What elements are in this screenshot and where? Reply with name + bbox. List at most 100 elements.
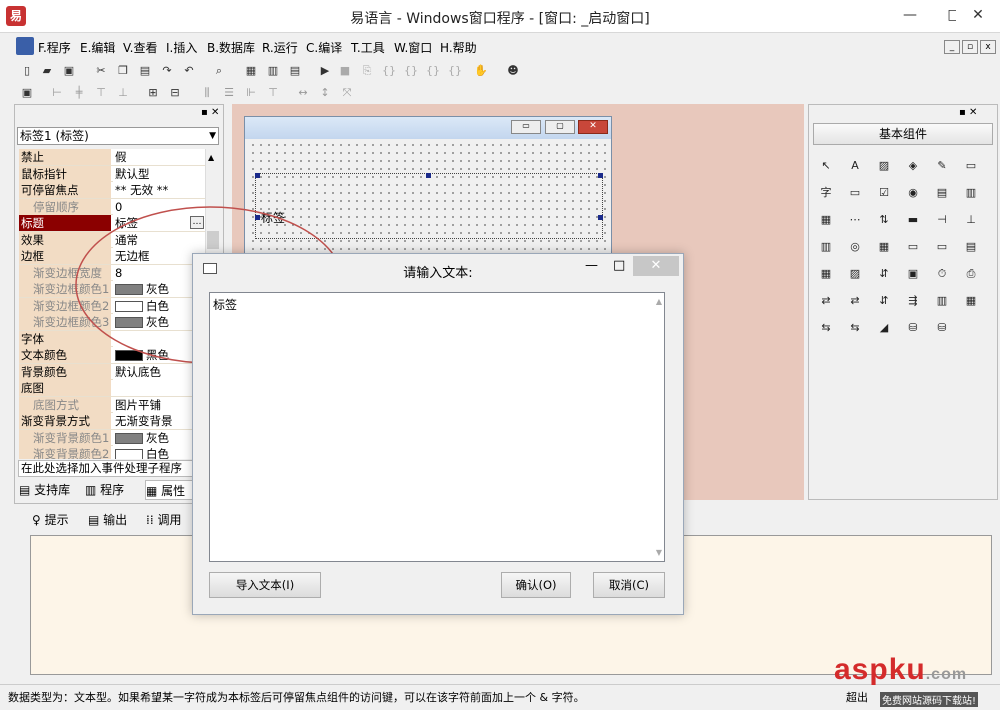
property-row[interactable]: 底图 xyxy=(19,380,205,397)
handle-mr[interactable] xyxy=(598,215,603,220)
menu-database[interactable]: B.数据库 xyxy=(207,39,255,56)
property-value[interactable]: 默认型 xyxy=(113,165,205,182)
align-left-icon[interactable]: ⊢ xyxy=(48,84,66,102)
tab-icon[interactable]: ⊥ xyxy=(960,209,982,231)
property-value[interactable]: 假 xyxy=(113,149,205,165)
clock-icon[interactable]: ◎ xyxy=(844,236,866,258)
status-icon[interactable]: ▣ xyxy=(902,263,924,285)
odbc1-icon[interactable]: ⛁ xyxy=(902,317,924,339)
hand-icon[interactable]: ✋ xyxy=(472,62,490,80)
button-icon[interactable]: ▭ xyxy=(844,182,866,204)
align-top-icon[interactable]: ⊤ xyxy=(92,84,110,102)
component-selector[interactable]: 标签1 (标签) ▼ xyxy=(17,127,219,145)
handle-tl[interactable] xyxy=(255,173,260,178)
same-size-icon[interactable]: ⤧ xyxy=(338,84,356,102)
menu-compile[interactable]: C.编译 xyxy=(306,39,342,56)
dialog-text-area[interactable]: 标签 ▲ ▼ xyxy=(209,292,665,562)
db2-icon[interactable]: ⇆ xyxy=(844,317,866,339)
checkbox-icon[interactable]: ☑ xyxy=(873,182,895,204)
space-x-icon[interactable]: ⊩ xyxy=(242,84,260,102)
hscroll-icon[interactable]: ⋯ xyxy=(844,209,866,231)
panel-pin-icon[interactable]: ▪ ✕ xyxy=(201,107,219,118)
db1-icon[interactable]: ⇆ xyxy=(815,317,837,339)
redo-icon[interactable]: ↷ xyxy=(158,62,176,80)
tab-hints[interactable]: ♀ 提示 xyxy=(32,510,86,530)
slider-icon[interactable]: ⊣ xyxy=(931,209,953,231)
updown-icon[interactable]: ⇵ xyxy=(873,263,895,285)
list-icon[interactable]: ▦ xyxy=(873,236,895,258)
minimize-button[interactable]: — xyxy=(888,0,932,30)
dialog-maximize-button[interactable]: □ xyxy=(613,258,625,273)
step5-icon[interactable]: {} xyxy=(446,62,464,80)
shape-icon[interactable]: ◈ xyxy=(902,155,924,177)
layout1-icon[interactable]: ▦ xyxy=(242,62,260,80)
paste-icon[interactable]: ▤ xyxy=(136,62,154,80)
tab-library[interactable]: ▤ 支持库 xyxy=(19,480,83,500)
new-icon[interactable]: ▯ xyxy=(18,62,36,80)
pointer-icon[interactable]: ↖ xyxy=(815,155,837,177)
chevron-down-icon[interactable]: ▼ xyxy=(209,128,216,144)
mdi-close-button[interactable]: x xyxy=(980,40,996,54)
grid-icon[interactable]: ▦ xyxy=(960,290,982,312)
close-button[interactable]: ✕ xyxy=(956,0,1000,30)
handle-tr[interactable] xyxy=(598,173,603,178)
print-icon[interactable]: ⎙ xyxy=(960,263,982,285)
copy-icon[interactable]: ❐ xyxy=(114,62,132,80)
event-selector[interactable]: 在此处选择加入事件处理子程序 xyxy=(18,460,218,477)
property-row[interactable]: 渐变背景颜色1 灰色 xyxy=(19,429,205,446)
tab-program[interactable]: ▥ 程序 xyxy=(85,480,143,500)
combo-icon[interactable]: ▭ xyxy=(902,236,924,258)
property-row[interactable]: 渐变背景颜色2 白色 xyxy=(19,446,205,459)
step3-icon[interactable]: {} xyxy=(402,62,420,80)
menu-insert[interactable]: I.插入 xyxy=(166,39,197,56)
cancel-button[interactable]: 取消(C) xyxy=(593,572,665,598)
radio-icon[interactable]: ◉ xyxy=(902,182,924,204)
components-pin-icon[interactable]: ▪ ✕ xyxy=(959,107,977,118)
timer-icon[interactable]: ▭ xyxy=(931,236,953,258)
text-icon[interactable]: 字 xyxy=(815,182,837,204)
tab-output[interactable]: ▤ 输出 xyxy=(88,510,142,530)
chart-icon[interactable]: ◢ xyxy=(873,317,895,339)
property-row[interactable]: 底图方式 图片平铺 xyxy=(19,396,205,413)
space-v-icon[interactable]: ☰ xyxy=(220,84,238,102)
center-h-icon[interactable]: ⊞ xyxy=(144,84,162,102)
menu-view[interactable]: V.查看 xyxy=(123,39,157,56)
property-value[interactable]: ** 无效 ** xyxy=(113,182,205,198)
same-height-icon[interactable]: ↕ xyxy=(316,84,334,102)
cut-icon[interactable]: ✂ xyxy=(92,62,110,80)
property-row[interactable]: 渐变背景方式 无渐变背景 xyxy=(19,413,205,430)
net1-icon[interactable]: ⇄ xyxy=(815,290,837,312)
step2-icon[interactable]: {} xyxy=(380,62,398,80)
step1-icon[interactable]: ⎘ xyxy=(358,62,376,80)
menu-window[interactable]: W.窗口 xyxy=(394,39,432,56)
menu-program[interactable]: F.程序 xyxy=(38,39,71,56)
panel-icon[interactable]: ▥ xyxy=(960,182,982,204)
text-scroll-down-icon[interactable]: ▼ xyxy=(656,548,662,557)
progress-icon[interactable]: ▬ xyxy=(902,209,924,231)
align-bottom-icon[interactable]: ⊥ xyxy=(114,84,132,102)
space-y-icon[interactable]: ⊤ xyxy=(264,84,282,102)
save-icon[interactable]: ▣ xyxy=(60,62,78,80)
components-header[interactable]: 基本组件 xyxy=(813,123,993,145)
open-icon[interactable]: ▰ xyxy=(38,62,56,80)
run-icon[interactable]: ▶ xyxy=(316,62,334,80)
menu-edit[interactable]: E.编辑 xyxy=(80,39,115,56)
handle-tc[interactable] xyxy=(426,173,431,178)
space-h-icon[interactable]: ⫼ xyxy=(198,84,216,102)
table-icon[interactable]: ▦ xyxy=(815,209,837,231)
menu-help[interactable]: H.帮助 xyxy=(440,39,477,56)
menu-tools[interactable]: T.工具 xyxy=(351,39,385,56)
property-row[interactable]: 禁止假 xyxy=(19,149,205,166)
import-text-button[interactable]: 导入文本(I) xyxy=(209,572,321,598)
edit-icon[interactable]: ▭ xyxy=(960,155,982,177)
text-scroll-up-icon[interactable]: ▲ xyxy=(656,297,662,306)
form-icon[interactable]: ▣ xyxy=(18,84,36,102)
tree-icon[interactable]: ▨ xyxy=(844,263,866,285)
ok-button[interactable]: 确认(O) xyxy=(501,572,571,598)
dialog-close-button[interactable]: ✕ xyxy=(633,256,679,276)
center-v-icon[interactable]: ⊟ xyxy=(166,84,184,102)
layout2-icon[interactable]: ▥ xyxy=(264,62,282,80)
calendar-icon[interactable]: ▥ xyxy=(815,236,837,258)
odbc2-icon[interactable]: ⛁ xyxy=(931,317,953,339)
net2-icon[interactable]: ⇄ xyxy=(844,290,866,312)
